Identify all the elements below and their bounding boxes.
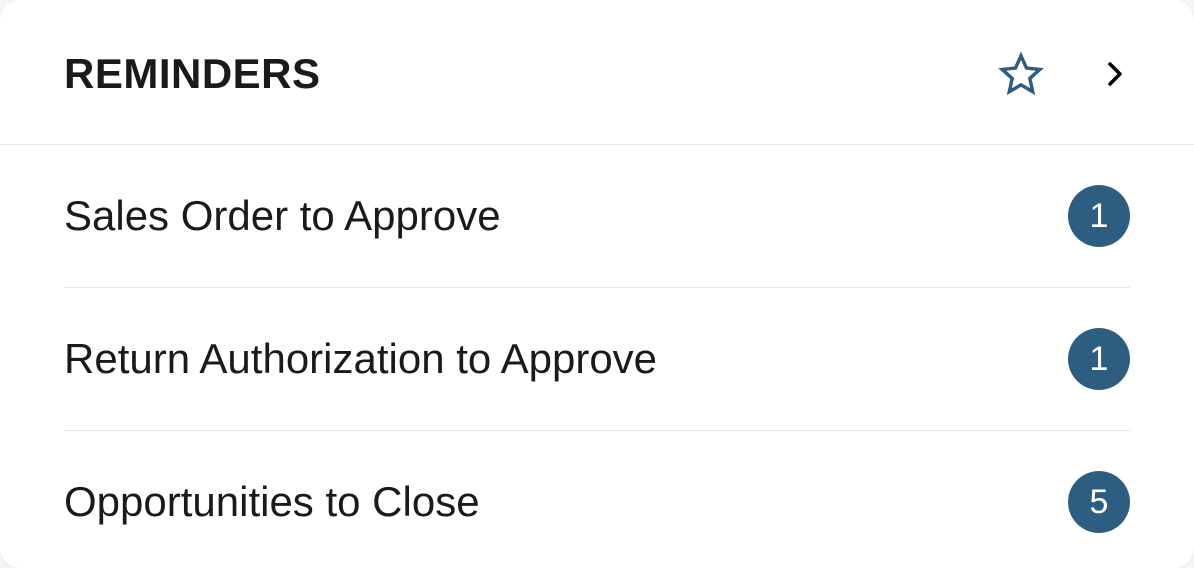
- reminders-card: REMINDERS Sales Order to Approve 1 Retur…: [0, 0, 1194, 568]
- header-actions: [998, 51, 1130, 97]
- reminder-item-sales-order[interactable]: Sales Order to Approve 1: [64, 145, 1130, 288]
- reminder-label: Opportunities to Close: [64, 478, 480, 526]
- reminder-item-return-auth[interactable]: Return Authorization to Approve 1: [64, 288, 1130, 431]
- reminders-title: REMINDERS: [64, 50, 321, 98]
- reminder-label: Sales Order to Approve: [64, 192, 501, 240]
- reminder-item-opportunities[interactable]: Opportunities to Close 5: [64, 431, 1130, 568]
- reminders-list: Sales Order to Approve 1 Return Authoriz…: [0, 145, 1194, 568]
- count-badge: 1: [1068, 185, 1130, 247]
- count-badge: 5: [1068, 471, 1130, 533]
- count-badge: 1: [1068, 328, 1130, 390]
- star-icon[interactable]: [998, 51, 1044, 97]
- reminder-label: Return Authorization to Approve: [64, 335, 657, 383]
- reminders-header: REMINDERS: [0, 0, 1194, 145]
- chevron-right-icon[interactable]: [1100, 51, 1130, 97]
